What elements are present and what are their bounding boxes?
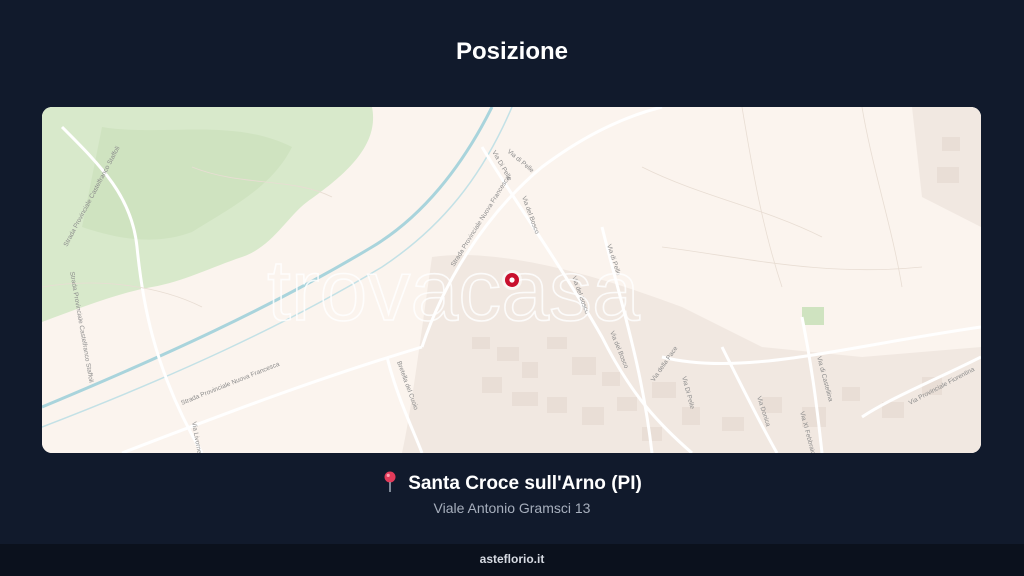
map-pin-icon xyxy=(384,471,396,492)
map-view[interactable]: Strada Provinciale Nuova Francesca Strad… xyxy=(42,107,981,453)
location-marker-icon[interactable] xyxy=(502,270,522,290)
location-city: Santa Croce sull'Arno (PI) xyxy=(0,471,1024,495)
page-title: Posizione xyxy=(455,38,569,65)
city-name: Santa Croce sull'Arno (PI) xyxy=(408,473,642,494)
map-canvas[interactable]: Strada Provinciale Nuova Francesca Strad… xyxy=(42,107,981,453)
footer: asteflorio.it xyxy=(0,544,1024,576)
street-address: Viale Antonio Gramsci 13 xyxy=(433,500,591,516)
park-area xyxy=(802,307,824,325)
footer-site-link[interactable]: asteflorio.it xyxy=(480,552,545,566)
trovacasa-watermark: trovacasa xyxy=(267,243,640,339)
